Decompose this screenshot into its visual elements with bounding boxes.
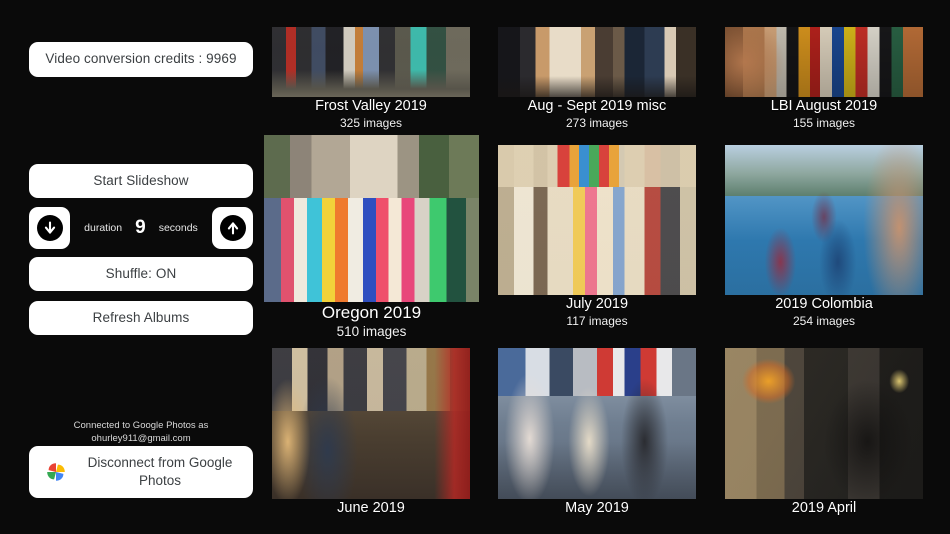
album-tile[interactable]: Frost Valley 2019 325 images [272, 27, 470, 130]
album-tile[interactable]: 2019 Colombia 254 images [725, 145, 923, 328]
album-caption: Frost Valley 2019 325 images [272, 97, 470, 130]
duration-decrease-button[interactable] [29, 207, 70, 249]
disconnect-google-photos-button[interactable]: Disconnect from Google Photos [29, 446, 253, 498]
refresh-albums-button[interactable]: Refresh Albums [29, 301, 253, 335]
album-thumbnail-image [498, 348, 696, 499]
duration-prefix-label: duration [84, 222, 123, 234]
album-thumbnail [272, 348, 470, 499]
refresh-albums-label: Refresh Albums [92, 309, 190, 325]
album-thumbnail-image [498, 145, 696, 295]
album-tile[interactable]: 2019 April [725, 348, 923, 518]
album-title: 2019 Colombia [775, 296, 873, 312]
album-tile[interactable]: July 2019 117 images [498, 145, 696, 328]
start-slideshow-button[interactable]: Start Slideshow [29, 164, 253, 198]
duration-suffix-label: seconds [158, 222, 198, 234]
control-sidebar: Video conversion credits : 9969 Start Sl… [0, 0, 262, 534]
album-tile[interactable]: May 2019 [498, 348, 696, 518]
album-title: May 2019 [565, 500, 629, 516]
album-thumbnail-image [272, 348, 470, 499]
album-caption: 2019 April [725, 499, 923, 518]
shuffle-toggle-button[interactable]: Shuffle: ON [29, 257, 253, 291]
album-thumbnail [498, 27, 696, 97]
album-grid: Frost Valley 2019 325 images Aug - Sept … [262, 0, 950, 534]
album-title: 2019 April [791, 500, 857, 516]
album-thumbnail-image [725, 27, 923, 97]
album-image-count: 325 images [339, 115, 403, 130]
album-image-count: 510 images [336, 323, 407, 339]
album-image-count: 117 images [566, 313, 628, 328]
album-title: LBI August 2019 [770, 98, 878, 114]
album-tile[interactable]: LBI August 2019 155 images [725, 27, 923, 130]
shuffle-label: Shuffle: ON [105, 265, 177, 281]
slideshow-app-window: Video conversion credits : 9969 Start Sl… [0, 0, 950, 534]
album-caption: June 2019 [272, 499, 470, 518]
connection-status-line1: Connected to Google Photos as [73, 420, 209, 431]
duration-control-row: duration 9 seconds [29, 207, 253, 249]
duration-readout: duration 9 seconds [70, 217, 212, 239]
album-thumbnail-image [498, 27, 696, 97]
album-tile[interactable]: June 2019 [272, 348, 470, 518]
album-caption: 2019 Colombia 254 images [725, 295, 923, 328]
disconnect-google-photos-label: Disconnect from Google Photos [87, 455, 233, 488]
video-conversion-credits-pill[interactable]: Video conversion credits : 9969 [29, 42, 253, 77]
album-thumbnail [498, 348, 696, 499]
start-slideshow-label: Start Slideshow [93, 172, 189, 188]
album-thumbnail-image [725, 145, 923, 295]
duration-value: 9 [135, 217, 146, 238]
album-caption: Aug - Sept 2019 misc 273 images [498, 97, 696, 130]
google-photos-pinwheel-icon [43, 459, 69, 485]
video-conversion-credits-label: Video conversion credits : 9969 [45, 51, 237, 67]
arrow-up-circle-icon [219, 215, 246, 241]
arrow-down-circle-icon [36, 215, 63, 241]
album-tile[interactable]: Aug - Sept 2019 misc 273 images [498, 27, 696, 130]
album-image-count: 155 images [792, 115, 856, 130]
album-thumbnail [725, 145, 923, 295]
album-caption: May 2019 [498, 499, 696, 518]
album-caption: July 2019 117 images [498, 295, 696, 328]
album-thumbnail [264, 135, 479, 302]
album-thumbnail [725, 348, 923, 499]
album-image-count: 273 images [565, 115, 629, 130]
album-thumbnail-image [725, 348, 923, 499]
album-caption: Oregon 2019 510 images [264, 302, 479, 340]
album-title: June 2019 [337, 500, 405, 516]
album-thumbnail-image [272, 27, 470, 97]
duration-increase-button[interactable] [212, 207, 253, 249]
album-tile[interactable]: Oregon 2019 510 images [264, 135, 479, 340]
connected-account-email: ohurley911@gmail.com [91, 432, 191, 444]
album-thumbnail [272, 27, 470, 97]
album-thumbnail [498, 145, 696, 295]
album-title: Frost Valley 2019 [315, 98, 427, 114]
album-thumbnail [725, 27, 923, 97]
album-title: Aug - Sept 2019 misc [527, 98, 667, 114]
album-title: July 2019 [565, 296, 629, 312]
album-thumbnail-image [264, 135, 479, 302]
album-caption: LBI August 2019 155 images [725, 97, 923, 130]
album-image-count: 254 images [792, 313, 856, 328]
connection-status: Connected to Google Photos as ohurley911… [29, 420, 253, 445]
album-title: Oregon 2019 [321, 303, 422, 322]
